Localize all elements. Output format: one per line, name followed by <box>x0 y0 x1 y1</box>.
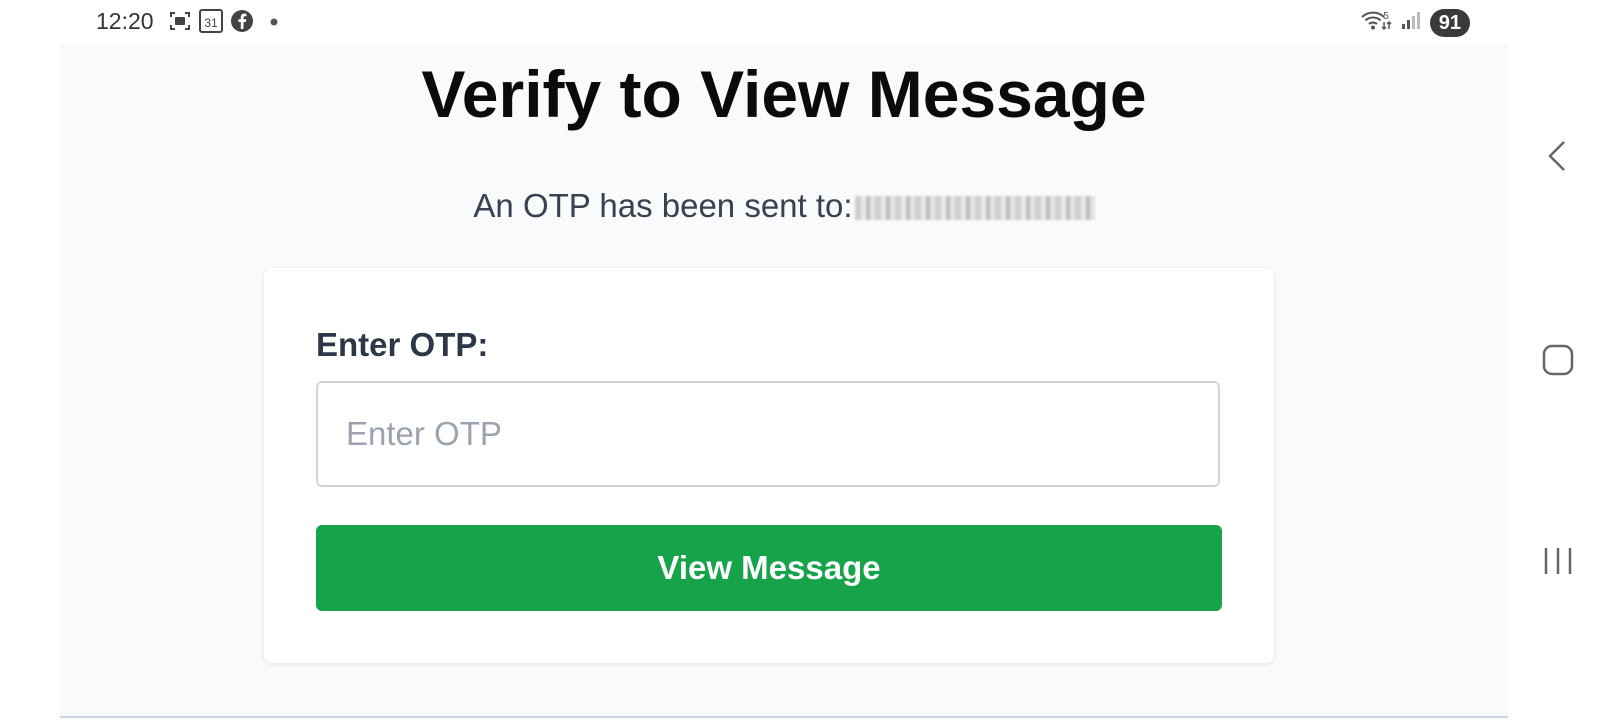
otp-sent-label: An OTP has been sent to: <box>473 187 853 224</box>
otp-label: Enter OTP: <box>316 326 489 363</box>
calendar-icon: 31 <box>198 9 224 33</box>
page-bottom-divider <box>60 716 1508 718</box>
otp-card: Enter OTP: View Message <box>264 268 1274 663</box>
redacted-recipient <box>854 196 1095 221</box>
status-right: 5 91 <box>1360 8 1470 37</box>
facebook-icon <box>230 9 254 33</box>
network-type: 5 <box>1383 11 1389 22</box>
home-icon[interactable] <box>1538 340 1578 380</box>
calendar-day: 31 <box>204 16 218 30</box>
back-icon[interactable] <box>1538 136 1578 176</box>
signal-icon <box>1400 8 1422 37</box>
status-bar: 12:20 31 5 91 <box>0 0 1600 44</box>
otp-page: Verify to View Message An OTP has been s… <box>60 44 1508 718</box>
dot-icon <box>268 9 280 33</box>
battery-indicator: 91 <box>1429 8 1470 37</box>
otp-input[interactable] <box>316 381 1220 487</box>
wifi-icon: 5 <box>1360 8 1392 37</box>
page-title: Verify to View Message <box>421 57 1147 131</box>
status-time: 12:20 <box>96 8 154 34</box>
otp-sent-text: An OTP has been sent to: <box>60 187 1508 225</box>
recents-icon[interactable] <box>1538 541 1578 581</box>
screenshot-icon <box>168 9 192 33</box>
view-message-button[interactable]: View Message <box>316 525 1222 611</box>
